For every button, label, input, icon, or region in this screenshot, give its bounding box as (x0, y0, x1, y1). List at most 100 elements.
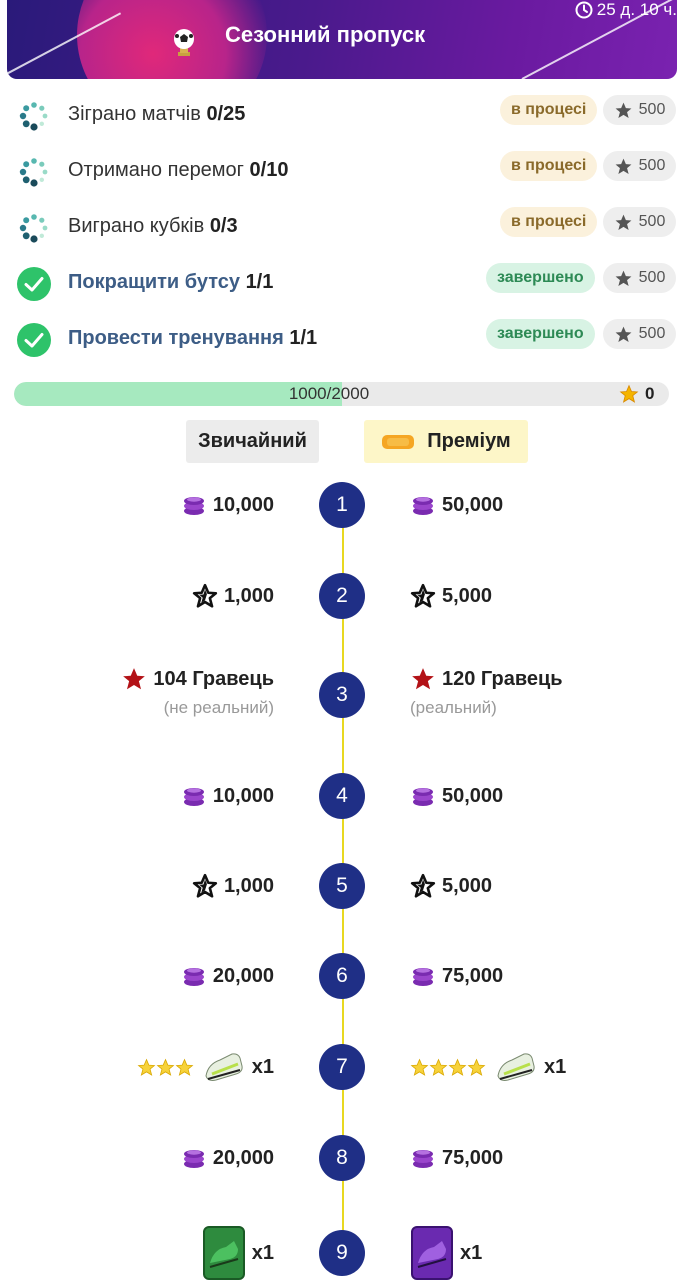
tab-premium-label: Преміум (427, 430, 511, 452)
premium-reward-level-1[interactable]: 50,000 (410, 490, 503, 520)
green-card-icon (202, 1226, 245, 1280)
reward-amount: 10,000 (212, 784, 274, 807)
task-points: 500 (638, 325, 666, 342)
reward-amount: 10,000 (212, 493, 274, 516)
red-star-icon (412, 668, 434, 690)
coins-icon (183, 1150, 204, 1168)
task-points-badge: 500 (603, 207, 676, 237)
tab-premium[interactable]: Преміум (364, 420, 528, 463)
reward-amount: 120 Гравець (442, 667, 563, 690)
task-points-badge: 500 (603, 95, 676, 125)
normal-reward-level-2[interactable]: 1,000 (192, 581, 274, 611)
task-count: 0/25 (206, 103, 246, 125)
loading-spinner-icon (19, 214, 48, 243)
reward-amount: x1 (251, 1055, 274, 1078)
reward-amount: 1,000 (223, 584, 274, 607)
small-gold-star-icon (175, 1058, 194, 1076)
level-6-circle: 6 (319, 953, 365, 999)
coins-icon (183, 788, 204, 806)
small-gold-star-icon (137, 1058, 156, 1076)
level-1-circle: 1 (319, 482, 365, 528)
task-points-badge: 500 (603, 319, 676, 349)
loading-spinner-icon (19, 158, 48, 187)
task-row: Виграно кубків 0/3 в процесі 500 (0, 206, 683, 250)
task-label: Провести тренування 1/1 (68, 327, 317, 350)
coins-icon (183, 497, 204, 515)
premium-reward-level-6[interactable]: 75,000 (410, 961, 503, 991)
level-4-circle: 4 (319, 773, 365, 819)
small-gold-star-icon (410, 1058, 429, 1076)
loading-spinner-icon (19, 102, 48, 131)
reward-amount: 20,000 (212, 1146, 274, 1169)
premium-reward-level-4[interactable]: 50,000 (410, 781, 503, 811)
task-progress-indicator (16, 154, 52, 190)
level-5-circle: 5 (319, 863, 365, 909)
normal-reward-level-3[interactable]: 104 Гравець (121, 664, 274, 694)
task-status-badge: в процесі (500, 95, 598, 125)
level-3-circle: 3 (319, 672, 365, 718)
small-gold-star-icon (156, 1058, 175, 1076)
boot-icon (497, 1053, 535, 1081)
star-outline-icon (192, 873, 218, 898)
normal-reward-level-7[interactable]: x1 (137, 1052, 274, 1082)
task-label: Виграно кубків 0/3 (68, 215, 238, 238)
premium-reward-level-8[interactable]: 75,000 (410, 1143, 503, 1173)
star-outline-icon (410, 583, 436, 608)
premium-reward-level-2[interactable]: 5,000 (410, 581, 492, 611)
reward-stars (137, 1058, 194, 1077)
task-points-badge: 500 (603, 151, 676, 181)
coins-icon (413, 1150, 433, 1168)
stars-count: 0 (645, 384, 655, 403)
small-gold-star-icon (429, 1058, 448, 1076)
normal-reward-level-1[interactable]: 10,000 (181, 490, 274, 520)
task-row: Покращити бутсу 1/1 завершено 500 (0, 262, 683, 306)
normal-reward-level-9[interactable]: x1 (202, 1226, 274, 1280)
grey-star-icon (615, 214, 632, 230)
reward-amount: 104 Гравець (153, 667, 274, 690)
task-count: 0/3 (209, 215, 238, 237)
task-status-badge: в процесі (500, 207, 598, 237)
premium-reward-level-3[interactable]: 120 Гравець (410, 664, 563, 694)
task-name: Зіграно матчів (68, 103, 201, 125)
normal-reward-level-4[interactable]: 10,000 (181, 781, 274, 811)
check-circle-icon (17, 267, 51, 301)
normal-reward-level-5[interactable]: 1,000 (192, 871, 274, 901)
task-label: Отримано перемог 0/10 (68, 159, 288, 182)
task-progress-indicator (16, 98, 52, 134)
star-outline-icon (192, 583, 218, 608)
level-8-circle: 8 (319, 1135, 365, 1181)
task-count: 1/1 (289, 327, 318, 349)
task-label: Зіграно матчів 0/25 (68, 103, 245, 126)
normal-reward-level-8[interactable]: 20,000 (181, 1143, 274, 1173)
small-gold-star-icon (448, 1058, 467, 1076)
reward-stars (410, 1058, 486, 1077)
task-points: 500 (638, 157, 666, 174)
premium-reward-level-7[interactable]: x1 (410, 1052, 566, 1082)
reward-amount: 5,000 (442, 584, 493, 607)
gold-star-icon (619, 384, 639, 403)
reward-amount: 20,000 (212, 964, 274, 987)
normal-reward-level-6[interactable]: 20,000 (181, 961, 274, 991)
small-gold-star-icon (467, 1058, 486, 1076)
check-circle-icon (17, 323, 51, 357)
coins-icon (413, 968, 433, 986)
task-points: 500 (638, 269, 666, 286)
purple-card-icon (411, 1226, 453, 1280)
reward-amount: 50,000 (442, 493, 504, 516)
level-2-circle: 2 (319, 573, 365, 619)
task-done-indicator (16, 266, 52, 302)
task-name: Покращити бутсу (68, 271, 240, 293)
reward-amount: 75,000 (442, 1146, 504, 1169)
task-status-badge: в процесі (500, 151, 598, 181)
ball-trophy-icon (174, 29, 194, 56)
task-row: Провести тренування 1/1 завершено 500 (0, 318, 683, 362)
premium-reward-level-9[interactable]: x1 (410, 1226, 482, 1280)
task-done-indicator (16, 322, 52, 358)
tab-normal[interactable]: Звичайний (186, 420, 319, 463)
grey-star-icon (615, 102, 632, 118)
reward-amount: 50,000 (442, 784, 504, 807)
season-stars: 0 (619, 384, 654, 404)
task-row: Отримано перемог 0/10 в процесі 500 (0, 150, 683, 194)
task-name: Отримано перемог (68, 159, 244, 181)
premium-reward-level-5[interactable]: 5,000 (410, 871, 492, 901)
